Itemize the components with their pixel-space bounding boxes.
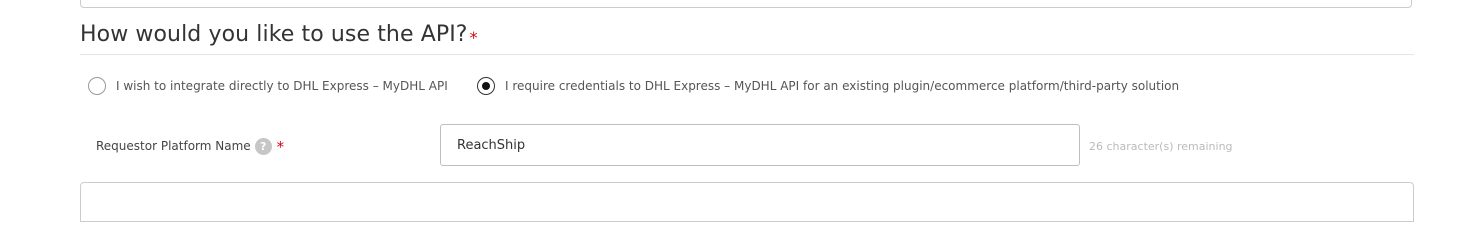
api-usage-heading-text: How would you like to use the API? xyxy=(80,22,468,47)
radio-integrate-directly[interactable]: I wish to integrate directly to DHL Expr… xyxy=(88,75,448,97)
radio-integrate-directly-label: I wish to integrate directly to DHL Expr… xyxy=(116,79,448,93)
radio-existing-plugin[interactable]: I require credentials to DHL Express – M… xyxy=(477,75,1179,97)
requestor-platform-name-input[interactable] xyxy=(440,124,1080,166)
radio-checked-icon[interactable] xyxy=(477,77,495,95)
api-usage-form: How would you like to use the API? * I wi… xyxy=(0,0,1476,222)
next-field-box[interactable] xyxy=(80,182,1414,222)
required-asterisk: * xyxy=(469,28,478,47)
previous-field-box[interactable] xyxy=(80,0,1412,8)
radio-unchecked-icon[interactable] xyxy=(88,77,106,95)
required-asterisk: * xyxy=(276,138,285,156)
section-divider xyxy=(80,54,1414,55)
api-usage-heading: How would you like to use the API? * xyxy=(80,22,478,47)
characters-remaining-hint: 26 character(s) remaining xyxy=(1089,140,1233,153)
requestor-platform-name-label: Requestor Platform Name ? * xyxy=(96,137,285,156)
radio-selected-dot xyxy=(482,82,490,90)
requestor-platform-name-label-text: Requestor Platform Name xyxy=(96,139,251,153)
help-icon[interactable]: ? xyxy=(254,137,272,155)
radio-existing-plugin-label: I require credentials to DHL Express – M… xyxy=(505,79,1180,93)
